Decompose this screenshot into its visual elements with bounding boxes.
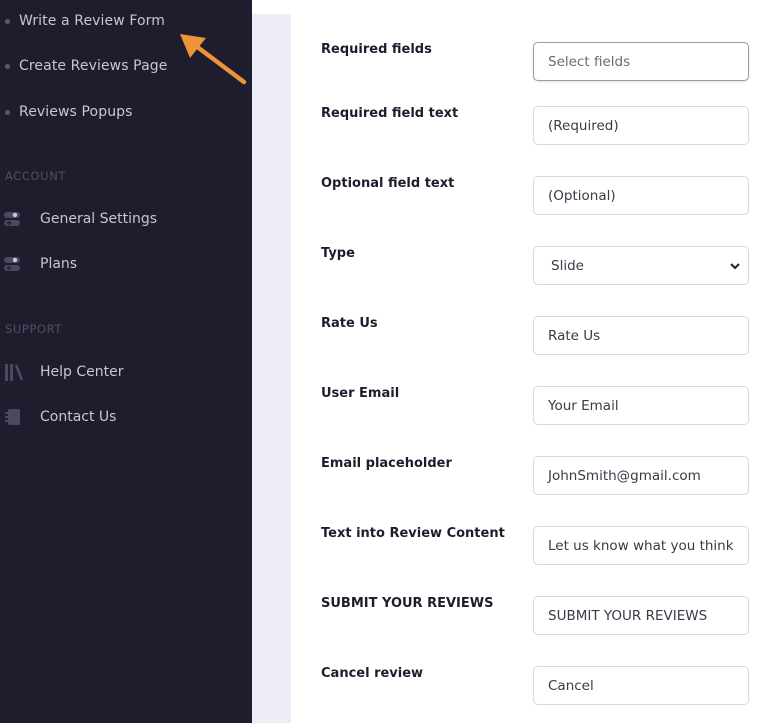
field-label: Email placeholder bbox=[321, 456, 452, 471]
required-field-text-input[interactable]: (Required) bbox=[533, 106, 749, 145]
bullet-icon bbox=[5, 63, 10, 69]
field-label: Cancel review bbox=[321, 666, 424, 681]
sidebar-item-label: Help Center bbox=[40, 364, 124, 380]
form-row-user-email: User Email Your Email bbox=[291, 372, 768, 442]
bullet-icon bbox=[5, 109, 10, 115]
cancel-review-text-input[interactable]: Cancel bbox=[533, 666, 749, 705]
form-row-cancel-review: Cancel review Cancel bbox=[291, 652, 768, 722]
field-label: SUBMIT YOUR REVIEWS bbox=[321, 596, 494, 611]
email-placeholder-input[interactable]: JohnSmith@gmail.com bbox=[533, 456, 749, 495]
sidebar-item-reviews-popups[interactable]: Reviews Popups bbox=[0, 101, 133, 123]
sidebar-item-contact-us[interactable]: Contact Us bbox=[0, 405, 116, 429]
form-row-required-field-text: Required field text (Required) bbox=[291, 92, 768, 162]
toggle-icon bbox=[0, 207, 40, 231]
field-label: Type bbox=[321, 246, 355, 261]
sidebar: Write a Review Form Create Reviews Page … bbox=[0, 0, 252, 723]
field-label: User Email bbox=[321, 386, 400, 401]
type-dropdown-value: Slide bbox=[551, 257, 584, 274]
sidebar-item-label: Create Reviews Page bbox=[19, 58, 168, 74]
form-row-rate-us: Rate Us Rate Us bbox=[291, 302, 768, 372]
top-strip bbox=[252, 0, 768, 14]
field-label: Rate Us bbox=[321, 316, 378, 331]
section-heading-support: SUPPORT bbox=[5, 322, 63, 336]
sidebar-item-write-review-form[interactable]: Write a Review Form bbox=[0, 10, 165, 32]
sidebar-item-plans[interactable]: Plans bbox=[0, 252, 77, 276]
chevron-down-icon bbox=[730, 259, 740, 273]
sidebar-item-help-center[interactable]: Help Center bbox=[0, 360, 124, 384]
form-row-optional-field-text: Optional field text (Optional) bbox=[291, 162, 768, 232]
form-row-required-fields: Required fields Select fields bbox=[291, 28, 768, 98]
optional-field-text-input[interactable]: (Optional) bbox=[533, 176, 749, 215]
field-label: Required field text bbox=[321, 106, 459, 121]
sidebar-item-general-settings[interactable]: General Settings bbox=[0, 207, 157, 231]
sidebar-item-create-reviews-page[interactable]: Create Reviews Page bbox=[0, 55, 167, 77]
required-fields-select[interactable]: Select fields bbox=[533, 42, 749, 81]
sidebar-item-label: Contact Us bbox=[40, 409, 117, 425]
books-icon bbox=[0, 360, 40, 384]
form-row-review-content-text: Text into Review Content Let us know wha… bbox=[291, 512, 768, 582]
review-content-text-input[interactable]: Let us know what you think bbox=[533, 526, 749, 565]
rate-us-input[interactable]: Rate Us bbox=[533, 316, 749, 355]
field-label: Text into Review Content bbox=[321, 526, 505, 541]
field-label: Optional field text bbox=[321, 176, 455, 191]
toggle-icon bbox=[0, 252, 40, 276]
sidebar-item-label: General Settings bbox=[40, 211, 158, 227]
sidebar-item-label: Reviews Popups bbox=[19, 104, 133, 120]
type-dropdown[interactable]: Slide bbox=[533, 246, 749, 285]
user-email-input[interactable]: Your Email bbox=[533, 386, 749, 425]
contact-book-icon bbox=[0, 405, 40, 429]
content-gutter bbox=[252, 14, 291, 723]
form-row-email-placeholder: Email placeholder JohnSmith@gmail.com bbox=[291, 442, 768, 512]
form-row-type: Type Slide bbox=[291, 232, 768, 302]
sidebar-item-label: Write a Review Form bbox=[19, 13, 166, 29]
sidebar-item-label: Plans bbox=[40, 256, 78, 272]
annotation-arrow-icon bbox=[180, 34, 247, 85]
bullet-icon bbox=[5, 18, 10, 24]
form-row-submit-reviews: SUBMIT YOUR REVIEWS SUBMIT YOUR REVIEWS bbox=[291, 582, 768, 652]
field-label: Required fields bbox=[321, 42, 432, 57]
section-heading-account: ACCOUNT bbox=[5, 169, 67, 183]
submit-reviews-text-input[interactable]: SUBMIT YOUR REVIEWS bbox=[533, 596, 749, 635]
